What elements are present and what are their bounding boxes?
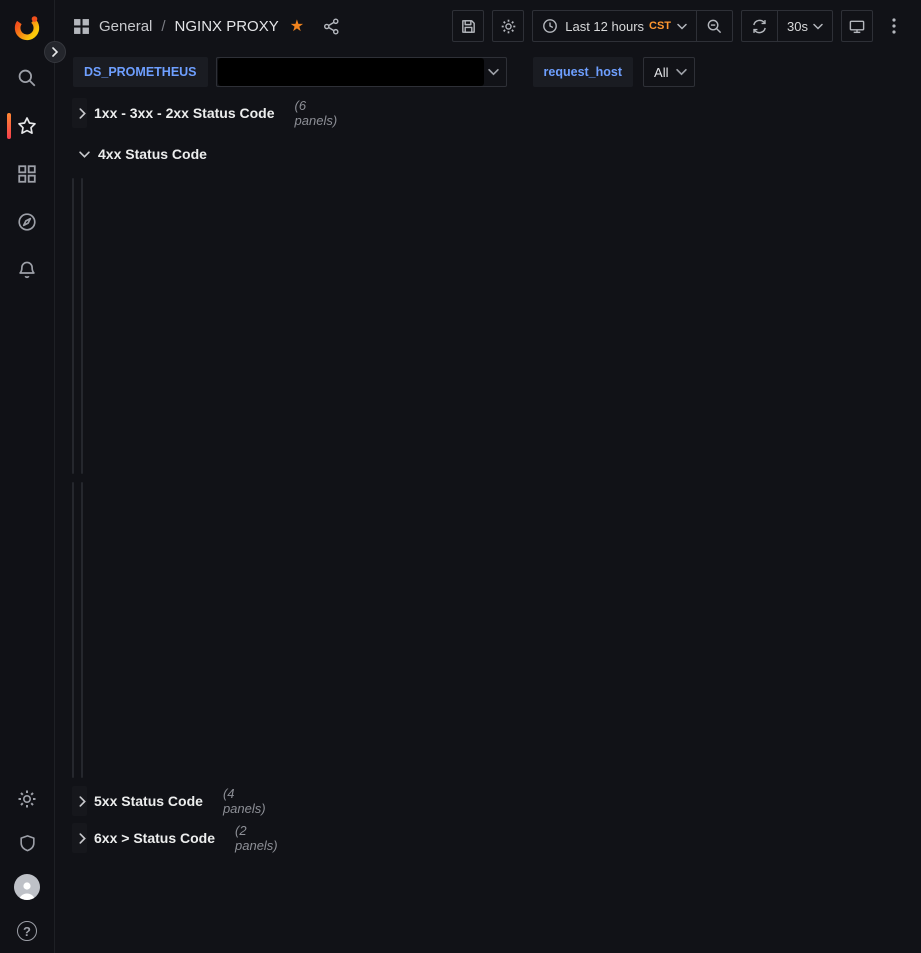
row-panel-count: (2 panels) xyxy=(235,823,278,853)
request-host-value: All xyxy=(654,65,668,80)
dashboard-header: General / NGINX PROXY ★ xyxy=(55,0,921,52)
sidebar-item-configuration[interactable] xyxy=(0,777,55,821)
request-host-variable-label[interactable]: request_host xyxy=(533,57,634,87)
datasource-value-redacted xyxy=(218,58,484,86)
row-header-1xx-3xx-2xx[interactable]: 1xx - 3xx - 2xx Status Code (6 panels) xyxy=(72,98,87,128)
chevron-right-icon[interactable] xyxy=(79,833,86,844)
breadcrumb: General / NGINX PROXY ★ xyxy=(73,16,340,36)
sidebar-expand-button[interactable] xyxy=(44,41,66,63)
user-avatar[interactable] xyxy=(0,865,55,909)
avatar xyxy=(14,874,40,900)
row-header-4xx[interactable]: 4xx Status Code xyxy=(72,139,87,169)
row-panel-count: (6 panels) xyxy=(295,98,338,128)
save-dashboard-button[interactable] xyxy=(452,10,484,42)
chevron-down-icon xyxy=(488,68,499,76)
row-title[interactable]: 4xx Status Code xyxy=(98,146,207,162)
share-icon[interactable] xyxy=(323,18,340,35)
sidebar: ? xyxy=(0,0,55,953)
kebab-menu-icon[interactable] xyxy=(881,10,907,42)
panel-404-by-remote-addr: 404 by remote addr [All] 00.0050.010.015… xyxy=(72,178,74,474)
chevron-right-icon[interactable] xyxy=(79,108,86,119)
datasource-variable-label[interactable]: DS_PROMETHEUS xyxy=(73,57,208,87)
row-title[interactable]: 5xx Status Code xyxy=(94,793,203,809)
chevron-right-icon[interactable] xyxy=(79,796,86,807)
row-header-6xx[interactable]: 6xx > Status Code (2 panels) xyxy=(72,823,87,853)
row-panel-count: (4 panels) xyxy=(223,786,266,816)
time-range-label: Last 12 hours xyxy=(565,19,644,34)
time-controls: Last 12 hours CST xyxy=(532,10,733,42)
zoom-out-button[interactable] xyxy=(696,11,732,41)
breadcrumb-separator: / xyxy=(161,18,165,35)
sidebar-item-dashboards[interactable] xyxy=(0,150,55,198)
search-icon[interactable] xyxy=(0,54,55,102)
chevron-down-icon xyxy=(676,68,687,76)
breadcrumb-folder[interactable]: General xyxy=(99,18,152,35)
help-icon[interactable]: ? xyxy=(0,909,55,953)
dashboard-settings-button[interactable] xyxy=(492,10,524,42)
panel-4xx-by-uri: 4xx by uri [All] 00.050.1 08:0010:0012:0… xyxy=(81,482,83,778)
favorite-star-icon[interactable]: ★ xyxy=(290,16,304,36)
sidebar-item-starred[interactable] xyxy=(0,102,55,150)
series-end-marker xyxy=(81,657,83,664)
refresh-interval-label: 30s xyxy=(787,19,808,34)
timezone-label: CST xyxy=(649,20,671,32)
sidebar-item-alerting[interactable] xyxy=(0,246,55,294)
series-end-marker xyxy=(81,647,83,654)
sidebar-item-server-admin[interactable] xyxy=(0,821,55,865)
request-host-variable-select[interactable]: All xyxy=(643,57,695,87)
refresh-controls: 30s xyxy=(741,10,833,42)
series-end-marker xyxy=(81,354,83,361)
panel-4xx-by-remote-addr: 4xx by remote addr [All] 00.020.040.060.… xyxy=(72,482,74,778)
row-header-5xx[interactable]: 5xx Status Code (4 panels) xyxy=(72,786,87,816)
toolbar-actions: Last 12 hours CST xyxy=(452,10,907,42)
dashboard-canvas: 1xx - 3xx - 2xx Status Code (6 panels) 4… xyxy=(55,92,87,96)
row-title[interactable]: 6xx > Status Code xyxy=(94,830,215,846)
datasource-variable-select[interactable] xyxy=(216,57,507,87)
tv-mode-button[interactable] xyxy=(841,10,873,42)
variables-bar: DS_PROMETHEUS request_host All xyxy=(55,52,921,92)
row-title[interactable]: 1xx - 3xx - 2xx Status Code xyxy=(94,105,275,121)
chevron-down-icon[interactable] xyxy=(79,151,90,158)
sidebar-item-explore[interactable] xyxy=(0,198,55,246)
refresh-interval-picker[interactable]: 30s xyxy=(777,11,832,41)
panel-404-by-uri: 404 by uri [All] 00.0050.010.015 08:0010… xyxy=(81,178,83,474)
refresh-button[interactable] xyxy=(742,11,777,41)
time-range-picker[interactable]: Last 12 hours CST xyxy=(533,11,696,41)
apps-icon xyxy=(73,18,90,35)
breadcrumb-dashboard-title[interactable]: NGINX PROXY xyxy=(175,18,279,35)
